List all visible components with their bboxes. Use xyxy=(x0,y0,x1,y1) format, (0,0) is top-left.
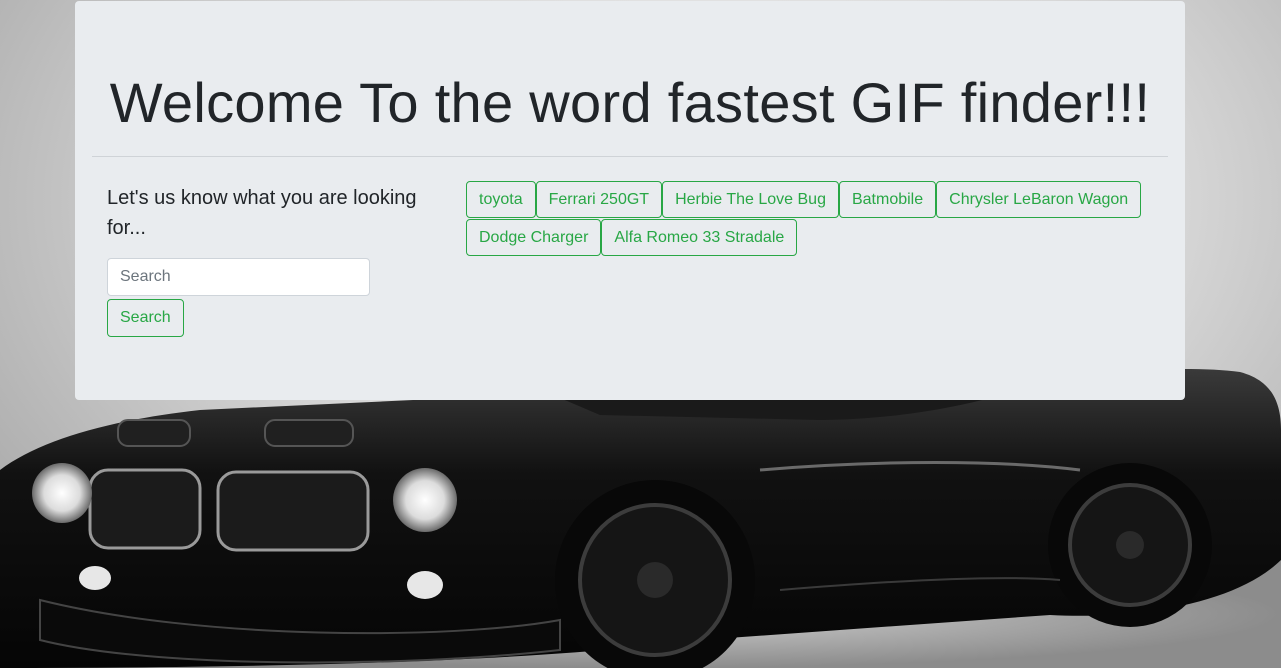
search-prompt: Let's us know what you are looking for..… xyxy=(107,187,417,239)
tag-button-alfa-romeo-33-stradale[interactable]: Alfa Romeo 33 Stradale xyxy=(601,219,798,256)
tag-button-ferrari-250gt[interactable]: Ferrari 250GT xyxy=(535,181,663,218)
search-section: Let's us know what you are looking for..… xyxy=(107,183,417,337)
divider xyxy=(92,156,1168,157)
tag-buttons: toyota Ferrari 250GT Herbie The Love Bug… xyxy=(466,181,1146,257)
search-input[interactable] xyxy=(107,258,370,296)
tag-button-dodge-charger[interactable]: Dodge Charger xyxy=(466,219,602,256)
tag-button-chrysler-lebaron-wagon[interactable]: Chrysler LeBaron Wagon xyxy=(936,181,1142,218)
page-title: Welcome To the word fastest GIF finder!!… xyxy=(109,71,1151,134)
tag-button-toyota[interactable]: toyota xyxy=(466,181,536,218)
search-button[interactable]: Search xyxy=(107,299,184,337)
welcome-panel: Welcome To the word fastest GIF finder!!… xyxy=(75,1,1185,400)
tag-button-herbie-the-love-bug[interactable]: Herbie The Love Bug xyxy=(662,181,839,218)
tag-button-batmobile[interactable]: Batmobile xyxy=(838,181,937,218)
